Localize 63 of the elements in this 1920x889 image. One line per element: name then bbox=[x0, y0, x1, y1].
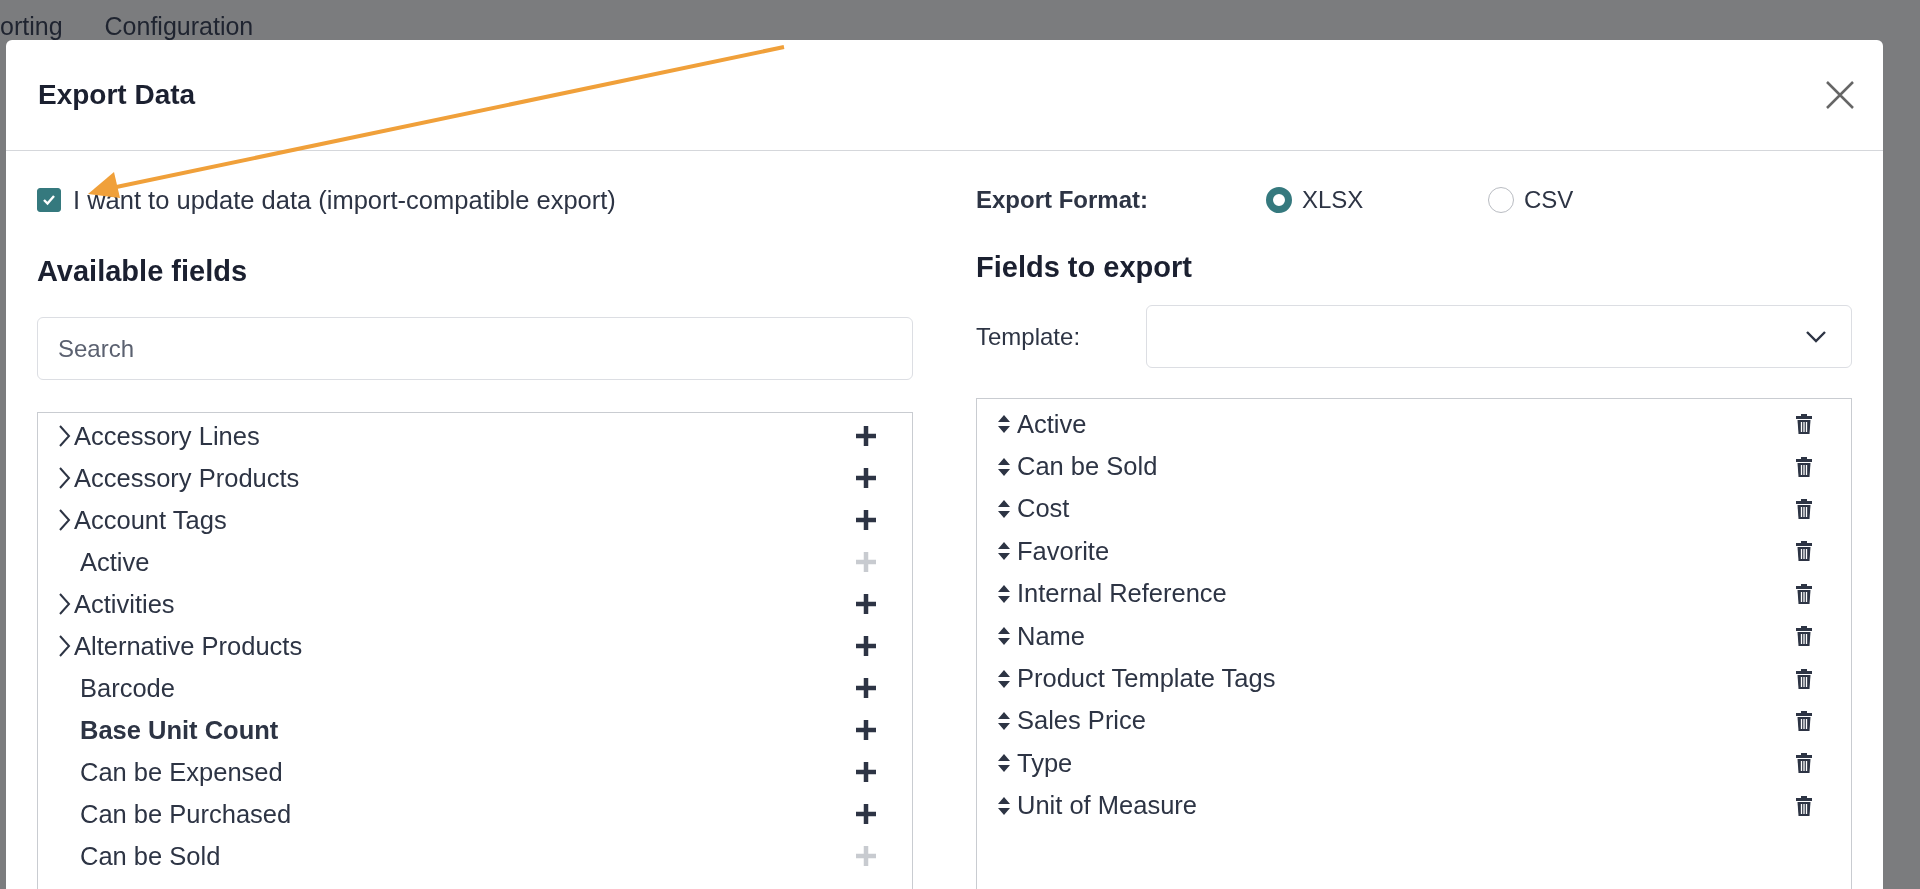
section-heading: Fields to export bbox=[976, 251, 1193, 285]
checkbox-label[interactable]: I want to update data (import-compatible export) bbox=[73, 185, 616, 215]
trash-icon[interactable] bbox=[1795, 540, 1813, 563]
trash-icon[interactable] bbox=[1795, 582, 1813, 605]
trash-icon[interactable] bbox=[1795, 667, 1813, 690]
field-name: Product Template Tags bbox=[1017, 664, 1277, 694]
trash-icon[interactable] bbox=[1795, 455, 1813, 478]
trash-icon[interactable] bbox=[1795, 794, 1813, 817]
plus-icon[interactable] bbox=[855, 467, 877, 489]
field-name: Favorite bbox=[1017, 536, 1111, 566]
field-name[interactable]: Alternative Products bbox=[74, 631, 855, 661]
close-icon[interactable] bbox=[1825, 80, 1855, 110]
field-name[interactable]: Base Unit Count bbox=[80, 715, 855, 745]
check-icon bbox=[42, 194, 56, 206]
trash-icon[interactable] bbox=[1795, 625, 1813, 648]
sort-icon[interactable] bbox=[997, 541, 1011, 562]
sort-icon[interactable] bbox=[997, 626, 1011, 647]
radio-option[interactable]: CSV bbox=[1488, 186, 1710, 214]
plus-icon[interactable] bbox=[855, 593, 877, 615]
plus-icon[interactable] bbox=[855, 425, 877, 447]
field-name[interactable]: Can be Purchased bbox=[80, 799, 855, 829]
field-name: Internal Reference bbox=[1017, 579, 1228, 609]
field-name[interactable]: Accessory Products bbox=[74, 463, 855, 493]
dialog-title: Export Data bbox=[38, 79, 196, 111]
field-name: Name bbox=[1017, 621, 1087, 651]
chevron-down-icon bbox=[1805, 329, 1827, 344]
field-name[interactable]: Can be Expensed bbox=[80, 757, 855, 787]
checkbox[interactable] bbox=[37, 188, 61, 212]
sort-icon[interactable] bbox=[997, 710, 1011, 731]
plus-icon[interactable] bbox=[855, 509, 877, 531]
trash-icon[interactable] bbox=[1795, 752, 1813, 775]
plus-icon[interactable] bbox=[855, 635, 877, 657]
field-name[interactable]: Barcode bbox=[80, 673, 855, 703]
trash-icon[interactable] bbox=[1795, 709, 1813, 732]
plus-icon[interactable] bbox=[855, 803, 877, 825]
field-name[interactable]: Accessory Lines bbox=[74, 421, 855, 451]
trash-icon[interactable] bbox=[1795, 413, 1813, 436]
menu-item[interactable]: Configuration bbox=[104, 12, 254, 40]
sort-icon[interactable] bbox=[997, 498, 1011, 519]
field-name[interactable]: Account Tags bbox=[74, 505, 855, 535]
field-name: Can be Sold bbox=[1017, 452, 1159, 482]
field-name[interactable]: Activities bbox=[74, 589, 855, 619]
trash-icon[interactable] bbox=[1795, 497, 1813, 520]
field-name: Sales Price bbox=[1017, 706, 1147, 736]
plus-icon[interactable] bbox=[855, 719, 877, 741]
sort-icon[interactable] bbox=[997, 456, 1011, 477]
plus-icon[interactable] bbox=[855, 677, 877, 699]
sort-icon[interactable] bbox=[997, 753, 1011, 774]
field-name: Unit of Measure bbox=[1017, 791, 1198, 821]
field-name: Active bbox=[1017, 409, 1088, 439]
sort-icon[interactable] bbox=[997, 583, 1011, 604]
section-heading: Available fields bbox=[37, 255, 249, 289]
radio-option[interactable]: XLSX bbox=[1266, 186, 1488, 214]
plus-icon[interactable] bbox=[855, 761, 877, 783]
field-name: Type bbox=[1017, 748, 1074, 778]
menu-item[interactable]: orting bbox=[0, 12, 63, 40]
search-field[interactable]: Search bbox=[37, 317, 913, 380]
sort-icon[interactable] bbox=[997, 414, 1011, 435]
sort-icon[interactable] bbox=[997, 795, 1011, 816]
sort-icon[interactable] bbox=[997, 668, 1011, 689]
template-label: Template: bbox=[976, 322, 1082, 351]
field-name: Cost bbox=[1017, 494, 1071, 524]
export-format-label: Export Format: bbox=[976, 186, 1149, 214]
